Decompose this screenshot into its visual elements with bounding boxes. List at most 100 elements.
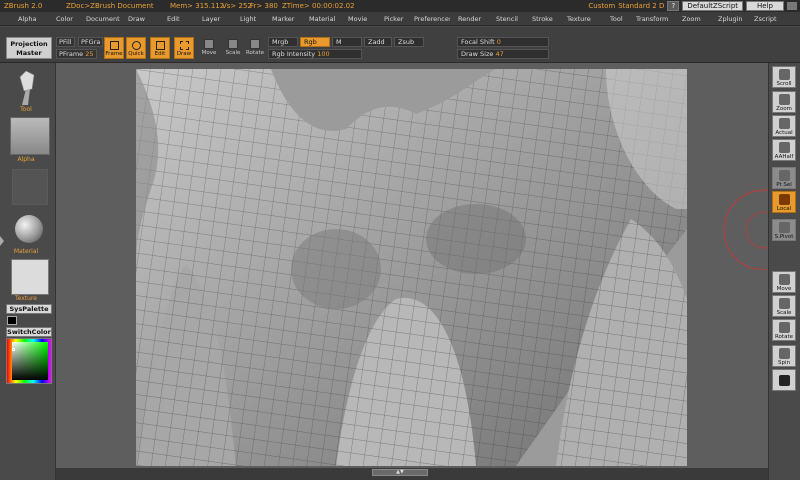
actual-button[interactable]: Actual: [772, 115, 796, 137]
move-view-icon: [779, 274, 790, 285]
alpha-label[interactable]: Alpha: [0, 156, 52, 163]
menu-layer[interactable]: Layer: [202, 15, 220, 23]
material-sphere-icon[interactable]: [15, 215, 43, 243]
alpha-thumbnail[interactable]: [10, 117, 50, 155]
texture-thumbnail[interactable]: [11, 259, 49, 295]
left-tray: Tool Alpha Material Texture SysPalette S…: [0, 63, 56, 480]
draw-icon: [180, 41, 189, 50]
mrgb-button[interactable]: Mrgb: [268, 37, 298, 47]
menu-zplugin[interactable]: Zplugin: [718, 15, 743, 23]
focal-shift-slider[interactable]: Focal Shift 0: [457, 37, 549, 47]
rotate-view-label: Rotate: [774, 334, 793, 340]
rgb-button[interactable]: Rgb: [300, 37, 330, 47]
menu-alpha[interactable]: Alpha: [18, 15, 36, 23]
scroll-button[interactable]: Scroll: [772, 66, 796, 88]
color-picker-square[interactable]: [12, 342, 48, 380]
pfill-button[interactable]: PFill: [56, 37, 75, 47]
local-button[interactable]: Local: [772, 191, 796, 213]
zsub-button[interactable]: Zsub: [394, 37, 424, 47]
pfgra-button[interactable]: PFGra: [78, 37, 104, 47]
default-zscript-button[interactable]: DefaultZScript: [682, 1, 744, 11]
menu-transform[interactable]: Transform: [636, 15, 668, 23]
scale-view-button[interactable]: Scale: [772, 295, 796, 317]
projection-master-button[interactable]: Projection Master: [6, 37, 52, 59]
aahalf-button[interactable]: AAHalf: [772, 139, 796, 161]
menu-marker[interactable]: Marker: [272, 15, 294, 23]
aahalf-icon: [779, 142, 790, 153]
help-question-button[interactable]: ?: [667, 1, 680, 11]
standard-menu[interactable]: Standard 2 D: [618, 2, 664, 10]
help-button[interactable]: Help: [746, 1, 784, 11]
empty-slot: [12, 169, 48, 205]
menu-zoom[interactable]: Zoom: [682, 15, 701, 23]
spin-button[interactable]: Spin: [772, 345, 796, 367]
switchcolor-button[interactable]: SwitchColor: [6, 327, 52, 337]
custom-menu[interactable]: Custom: [588, 2, 615, 10]
document-name: ZDoc>ZBrush Document: [66, 2, 154, 10]
zoom-label: Zoom: [776, 106, 792, 112]
edit-icon: [156, 41, 165, 50]
draw-size-slider[interactable]: Draw Size 47: [457, 49, 549, 59]
move-icon: [204, 39, 214, 49]
menu-draw[interactable]: Draw: [128, 15, 145, 23]
frame-icon: [110, 41, 119, 50]
menu-tool[interactable]: Tool: [610, 15, 623, 23]
zoom-button[interactable]: Zoom: [772, 91, 796, 113]
sculpted-mesh-render: [136, 69, 687, 466]
syspalette-button[interactable]: SysPalette: [6, 304, 52, 314]
menu-bar: Alpha Color Document Draw Edit Layer Lig…: [0, 12, 800, 26]
menu-movie[interactable]: Movie: [348, 15, 367, 23]
menu-stencil[interactable]: Stencil: [496, 15, 518, 23]
spin-label: Spin: [778, 360, 790, 366]
rgb-intensity-slider[interactable]: Rgb Intensity 100: [268, 49, 362, 59]
draw-label: Draw: [176, 51, 192, 57]
bottom-tray-handle-icon[interactable]: ▲▼: [372, 469, 428, 476]
menu-color[interactable]: Color: [56, 15, 73, 23]
pframe-slider[interactable]: PFrame 25: [56, 49, 97, 59]
menu-material[interactable]: Material: [309, 15, 335, 23]
quick-button[interactable]: Quick: [126, 37, 146, 59]
title-bar: ZBrush 2.0 ZDoc>ZBrush Document Mem> 315…: [0, 0, 800, 12]
draw-button[interactable]: Draw: [174, 37, 194, 59]
move-view-label: Move: [776, 286, 792, 292]
menu-texture[interactable]: Texture: [567, 15, 591, 23]
s-pivot-button[interactable]: S.Pivot: [772, 219, 796, 241]
m-button[interactable]: M: [332, 37, 362, 47]
menu-picker[interactable]: Picker: [384, 15, 403, 23]
menu-preferences[interactable]: Preferences: [414, 15, 450, 23]
edit-label: Edit: [154, 51, 166, 57]
color-picker[interactable]: [6, 338, 52, 384]
tool-label[interactable]: Tool: [0, 106, 52, 113]
snapshot-button[interactable]: [772, 369, 796, 391]
menu-render[interactable]: Render: [458, 15, 481, 23]
scroll-icon: [779, 69, 790, 80]
rotate-button[interactable]: Rotate: [244, 37, 266, 59]
menu-zscript[interactable]: Zscript: [754, 15, 777, 23]
main-color-swatch[interactable]: [7, 316, 17, 325]
material-label[interactable]: Material: [0, 248, 52, 255]
document-canvas[interactable]: [136, 69, 687, 466]
s-pivot-label: S.Pivot: [774, 234, 794, 240]
menu-document[interactable]: Document: [86, 15, 120, 23]
focal-shift-value: 0: [496, 38, 501, 46]
rotate-view-button[interactable]: Rotate: [772, 319, 796, 341]
color-picker-cursor[interactable]: [12, 348, 15, 351]
left-tray-expand-icon[interactable]: [0, 236, 4, 246]
pt-sel-button[interactable]: Pt Sel: [772, 167, 796, 189]
edit-button[interactable]: Edit: [150, 37, 170, 59]
move-view-button[interactable]: Move: [772, 271, 796, 293]
texture-label[interactable]: Texture: [0, 295, 52, 302]
mem-readout: Mem> 315.112: [170, 2, 225, 10]
menu-edit[interactable]: Edit: [167, 15, 180, 23]
frame-button[interactable]: Frame: [104, 37, 124, 59]
move-button[interactable]: Move: [198, 37, 220, 59]
app-name: ZBrush 2.0: [4, 2, 43, 10]
menu-stroke[interactable]: Stroke: [532, 15, 553, 23]
pt-sel-label: Pt Sel: [776, 182, 792, 188]
menu-light[interactable]: Light: [240, 15, 256, 23]
camera-icon: [779, 375, 790, 386]
scale-button[interactable]: Scale: [222, 37, 244, 59]
window-control-icon[interactable]: [787, 2, 797, 10]
brush-tool-icon[interactable]: [12, 69, 40, 107]
zadd-button[interactable]: Zadd: [364, 37, 392, 47]
